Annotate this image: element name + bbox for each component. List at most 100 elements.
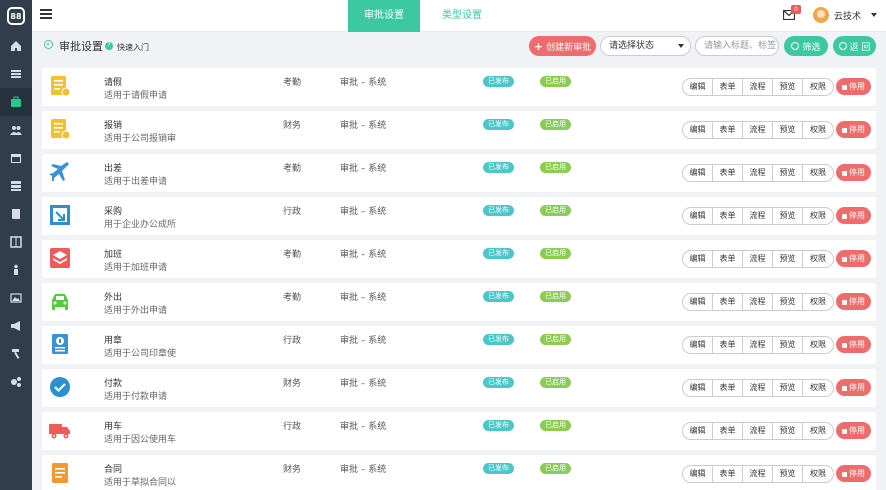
flow-button[interactable]: 流程 [743, 79, 773, 95]
published-badge: 已发布 [483, 248, 514, 259]
permission-button[interactable]: 权限 [803, 380, 833, 396]
permission-button[interactable]: 权限 [803, 208, 833, 224]
preview-button[interactable]: 预览 [773, 294, 803, 310]
preview-button[interactable]: 预览 [773, 466, 803, 482]
permission-button[interactable]: 权限 [803, 122, 833, 138]
permission-button[interactable]: 权限 [803, 79, 833, 95]
edit-button[interactable]: 编辑 [683, 165, 713, 181]
preview-button[interactable]: 预览 [773, 122, 803, 138]
item-title[interactable]: 用车 [104, 419, 122, 432]
sidebar-item-gears[interactable] [0, 368, 32, 396]
permission-button[interactable]: 权限 [803, 294, 833, 310]
hamburger-menu-icon[interactable] [40, 9, 52, 21]
sidebar-item-image[interactable] [0, 284, 32, 312]
edit-button[interactable]: 编辑 [683, 79, 713, 95]
sidebar-item-hammer[interactable] [0, 340, 32, 368]
edit-button[interactable]: 编辑 [683, 423, 713, 439]
action-group: 编辑 表单 流程 预览 权限 [682, 336, 834, 354]
form-button[interactable]: 表单 [713, 165, 743, 181]
user-name[interactable]: 云技术 [834, 9, 861, 22]
item-title[interactable]: 用章 [104, 333, 122, 346]
sidebar-item-person[interactable] [0, 256, 32, 284]
back-button[interactable]: 返 回 [833, 36, 876, 56]
item-title[interactable]: 外出 [104, 290, 122, 303]
item-title[interactable]: 报销 [104, 118, 122, 131]
preview-button[interactable]: 预览 [773, 165, 803, 181]
sidebar-item-columns[interactable] [0, 228, 32, 256]
form-button[interactable]: 表单 [713, 79, 743, 95]
flow-button[interactable]: 流程 [743, 208, 773, 224]
item-title[interactable]: 请假 [104, 75, 122, 88]
filter-button[interactable]: 筛选 [784, 36, 828, 56]
item-title[interactable]: 付款 [104, 376, 122, 389]
flow-button[interactable]: 流程 [743, 165, 773, 181]
disable-button[interactable]: 停用 [836, 207, 871, 224]
item-title[interactable]: 合同 [104, 462, 122, 475]
form-button[interactable]: 表单 [713, 380, 743, 396]
permission-button[interactable]: 权限 [803, 337, 833, 353]
edit-button[interactable]: 编辑 [683, 466, 713, 482]
preview-button[interactable]: 预览 [773, 337, 803, 353]
sidebar-item-book[interactable] [0, 200, 32, 228]
disable-button[interactable]: 停用 [836, 379, 871, 396]
disable-button[interactable]: 停用 [836, 293, 871, 310]
flow-button[interactable]: 流程 [743, 466, 773, 482]
disable-button[interactable]: 停用 [836, 164, 871, 181]
sidebar-item-calendar[interactable] [0, 144, 32, 172]
form-button[interactable]: 表单 [713, 251, 743, 267]
disable-button[interactable]: 停用 [836, 250, 871, 267]
disable-button[interactable]: 停用 [836, 78, 871, 95]
item-source: 审批 – 系统 [340, 293, 387, 303]
edit-button[interactable]: 编辑 [683, 337, 713, 353]
search-input[interactable] [695, 36, 779, 56]
disable-button[interactable]: 停用 [836, 336, 871, 353]
sidebar-item-server[interactable] [0, 172, 32, 200]
form-button[interactable]: 表单 [713, 466, 743, 482]
sidebar-item-list[interactable] [0, 60, 32, 88]
permission-button[interactable]: 权限 [803, 423, 833, 439]
app-logo[interactable]: 88 [0, 0, 32, 32]
flow-button[interactable]: 流程 [743, 122, 773, 138]
status-select[interactable]: 请选择状态 [600, 36, 691, 56]
create-approval-button[interactable]: + 创建新审批 [529, 36, 596, 56]
chevron-down-icon[interactable] [871, 13, 877, 17]
preview-button[interactable]: 预览 [773, 79, 803, 95]
form-button[interactable]: 表单 [713, 294, 743, 310]
edit-button[interactable]: 编辑 [683, 122, 713, 138]
preview-button[interactable]: 预览 [773, 423, 803, 439]
edit-button[interactable]: 编辑 [683, 251, 713, 267]
item-title[interactable]: 出差 [104, 161, 122, 174]
permission-button[interactable]: 权限 [803, 165, 833, 181]
flow-button[interactable]: 流程 [743, 294, 773, 310]
form-button[interactable]: 表单 [713, 208, 743, 224]
disable-button[interactable]: 停用 [836, 465, 871, 482]
form-button[interactable]: 表单 [713, 337, 743, 353]
help-icon[interactable]: ? [105, 42, 113, 50]
disable-button[interactable]: 停用 [836, 422, 871, 439]
sidebar-item-users[interactable] [0, 116, 32, 144]
permission-button[interactable]: 权限 [803, 466, 833, 482]
flow-button[interactable]: 流程 [743, 337, 773, 353]
disable-button[interactable]: 停用 [836, 121, 871, 138]
flow-button[interactable]: 流程 [743, 423, 773, 439]
tab-type-settings[interactable]: 类型设置 [426, 0, 498, 32]
form-button[interactable]: 表单 [713, 423, 743, 439]
permission-button[interactable]: 权限 [803, 251, 833, 267]
edit-button[interactable]: 编辑 [683, 208, 713, 224]
preview-button[interactable]: 预览 [773, 208, 803, 224]
avatar[interactable] [813, 7, 829, 23]
quick-start-link[interactable]: 快速入门 [117, 42, 149, 53]
preview-button[interactable]: 预览 [773, 380, 803, 396]
edit-button[interactable]: 编辑 [683, 294, 713, 310]
form-button[interactable]: 表单 [713, 122, 743, 138]
flow-button[interactable]: 流程 [743, 251, 773, 267]
edit-button[interactable]: 编辑 [683, 380, 713, 396]
sidebar-item-briefcase[interactable] [0, 88, 32, 116]
flow-button[interactable]: 流程 [743, 380, 773, 396]
sidebar-item-megaphone[interactable] [0, 312, 32, 340]
preview-button[interactable]: 预览 [773, 251, 803, 267]
sidebar-item-home[interactable] [0, 32, 32, 60]
tab-approval-settings[interactable]: 审批设置 [348, 0, 420, 32]
item-title[interactable]: 加班 [104, 247, 122, 260]
item-title[interactable]: 采购 [104, 204, 122, 217]
